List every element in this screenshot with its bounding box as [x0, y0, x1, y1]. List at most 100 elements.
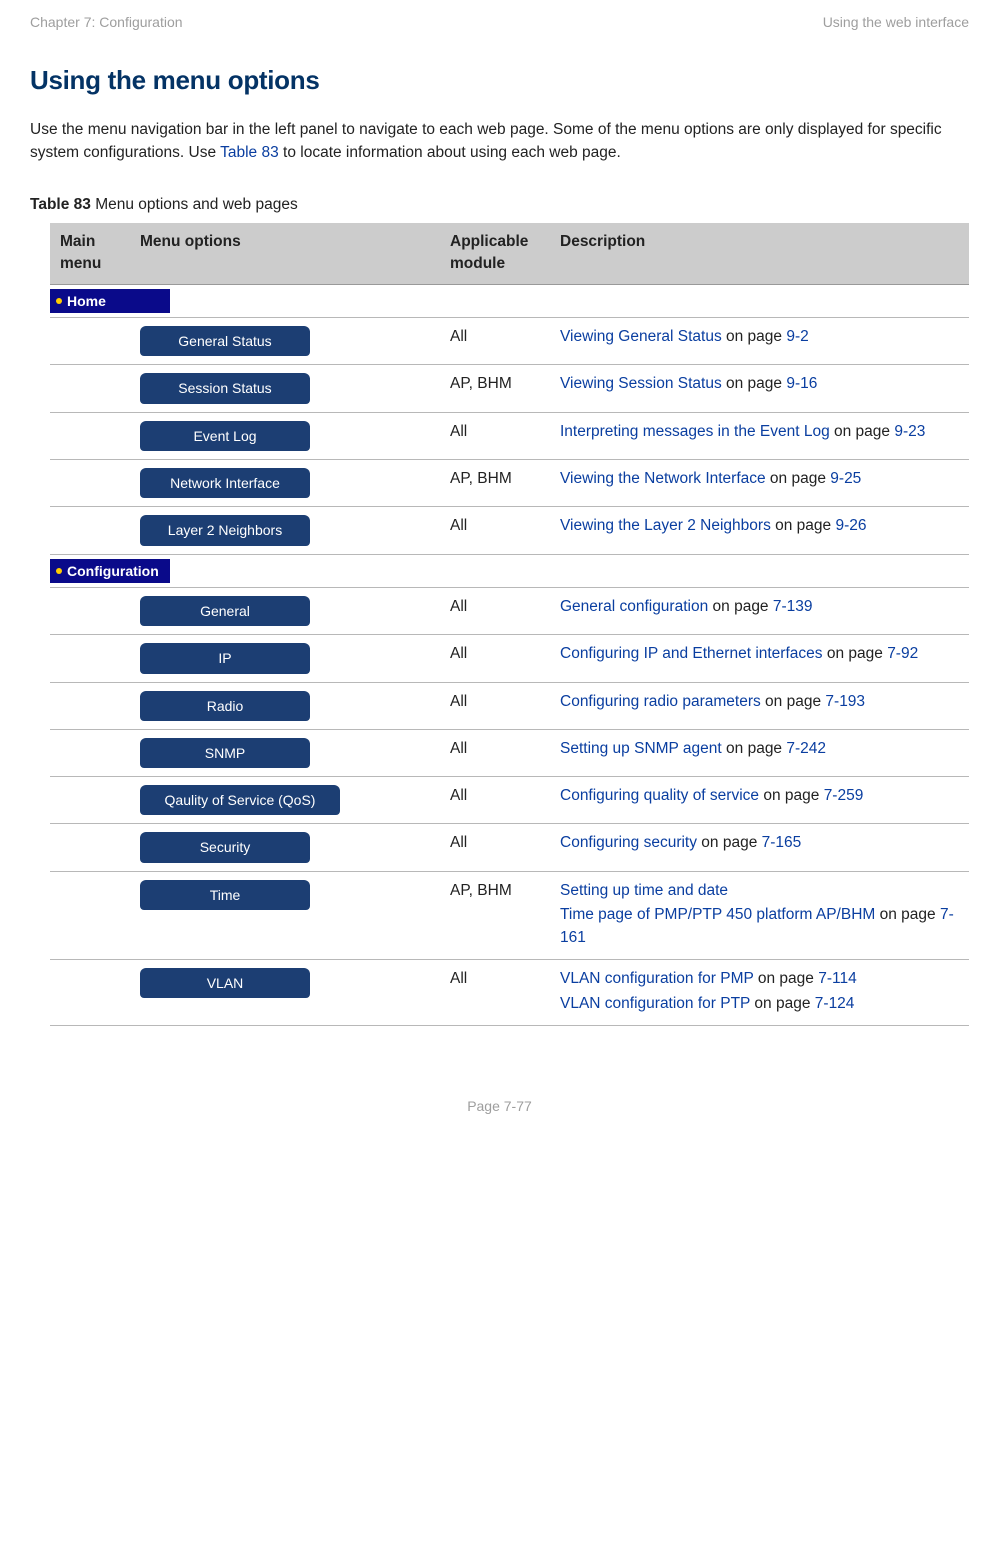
home-menu[interactable]: Home	[50, 289, 170, 313]
desc-page[interactable]: 7-114	[818, 970, 857, 987]
cell-module: All	[440, 777, 550, 824]
desc-link[interactable]: VLAN configuration for PTP	[560, 995, 750, 1012]
desc-link[interactable]: Viewing General Status	[560, 328, 722, 345]
cell-module: All	[440, 412, 550, 459]
intro-text-2: to locate information about using each w…	[279, 144, 621, 161]
cell-menu-option: Security	[130, 824, 440, 871]
desc-link[interactable]: Setting up SNMP agent	[560, 740, 722, 757]
desc-page[interactable]: 9-26	[835, 517, 866, 534]
cell-description: General configuration on page 7-139	[550, 587, 969, 634]
table-row: General AllGeneral configuration on page …	[50, 587, 969, 634]
menu-pill[interactable]: Event Log	[140, 421, 310, 451]
desc-link[interactable]: Configuring quality of service	[560, 787, 759, 804]
table-caption-num: Table 83	[30, 196, 91, 213]
desc-mid: on page	[766, 470, 831, 487]
desc-page[interactable]: 7-193	[825, 693, 865, 710]
desc-mid: on page	[754, 970, 819, 987]
bullet-icon	[56, 568, 62, 574]
menu-pill[interactable]: Network Interface	[140, 468, 310, 498]
cell-menu-option: IP	[130, 635, 440, 682]
header-left: Chapter 7: Configuration	[30, 12, 183, 32]
desc-link[interactable]: Time page of PMP/PTP 450 platform AP/BHM	[560, 906, 875, 923]
table-row: Security AllConfiguring security on page …	[50, 824, 969, 871]
menu-pill[interactable]: Security	[140, 832, 310, 862]
desc-link[interactable]: Configuring radio parameters	[560, 693, 761, 710]
config-label: Configuration	[67, 561, 159, 581]
cell-menu-option: Session Status	[130, 365, 440, 412]
cell-description: Configuring security on page 7-165	[550, 824, 969, 871]
desc-mid: on page	[759, 787, 824, 804]
cell-description: Viewing Session Status on page 9-16	[550, 365, 969, 412]
cell-module: All	[440, 318, 550, 365]
menu-pill[interactable]: General Status	[140, 326, 310, 356]
desc-page[interactable]: 7-259	[824, 787, 864, 804]
cell-description: Configuring IP and Ethernet interfaces o…	[550, 635, 969, 682]
cell-menu-option: Network Interface	[130, 460, 440, 507]
cell-menu-option: Layer 2 Neighbors	[130, 507, 440, 554]
desc-page[interactable]: 9-16	[786, 375, 817, 392]
intro-paragraph: Use the menu navigation bar in the left …	[30, 118, 969, 165]
intro-table-link[interactable]: Table 83	[220, 144, 279, 161]
desc-link[interactable]: Configuring IP and Ethernet interfaces	[560, 645, 823, 662]
desc-page[interactable]: 9-25	[830, 470, 861, 487]
cell-menu-option: VLAN	[130, 960, 440, 1026]
menu-pill[interactable]: IP	[140, 643, 310, 673]
cell-module: All	[440, 824, 550, 871]
cell-description: VLAN configuration for PMP on page 7-114…	[550, 960, 969, 1026]
th-menu-options: Menu options	[130, 223, 440, 284]
cell-description: Interpreting messages in the Event Log o…	[550, 412, 969, 459]
menu-options-table: Main menu Menu options Applicable module…	[50, 223, 969, 1026]
home-label: Home	[67, 291, 106, 311]
desc-page[interactable]: 7-165	[762, 834, 802, 851]
desc-page[interactable]: 7-242	[786, 740, 826, 757]
table-row-home-header: Home	[50, 284, 969, 317]
desc-page[interactable]: 7-92	[887, 645, 918, 662]
page-footer: Page 7-77	[30, 1096, 969, 1116]
cell-menu-option: Radio	[130, 682, 440, 729]
desc-link[interactable]: Setting up time and date	[560, 882, 728, 899]
cell-menu-option: General Status	[130, 318, 440, 365]
menu-pill[interactable]: Time	[140, 880, 310, 910]
cell-description: Configuring quality of service on page 7…	[550, 777, 969, 824]
desc-mid: on page	[722, 740, 787, 757]
desc-link[interactable]: Viewing Session Status	[560, 375, 722, 392]
cell-description: Configuring radio parameters on page 7-1…	[550, 682, 969, 729]
table-row: Layer 2 NeighborsAllViewing the Layer 2 …	[50, 507, 969, 554]
desc-link[interactable]: General configuration	[560, 598, 708, 615]
table-row: Time AP, BHM Setting up time and date Time …	[50, 871, 969, 959]
desc-page[interactable]: 7-139	[773, 598, 813, 615]
cell-module: AP, BHM	[440, 871, 550, 959]
desc-mid: on page	[875, 906, 940, 923]
menu-pill[interactable]: Radio	[140, 691, 310, 721]
table-body: Home General Status All Viewing General Sta…	[50, 284, 969, 1025]
cell-module: All	[440, 587, 550, 634]
desc-page[interactable]: 7-124	[815, 995, 855, 1012]
desc-link[interactable]: Viewing the Layer 2 Neighbors	[560, 517, 771, 534]
cell-menu-option: Qaulity of Service (QoS)	[130, 777, 440, 824]
table-row: VLANAllVLAN configuration for PMP on pag…	[50, 960, 969, 1026]
menu-pill[interactable]: Session Status	[140, 373, 310, 403]
desc-link[interactable]: Interpreting messages in the Event Log	[560, 423, 830, 440]
menu-pill[interactable]: Layer 2 Neighbors	[140, 515, 310, 545]
menu-pill[interactable]: General	[140, 596, 310, 626]
desc-link[interactable]: Configuring security	[560, 834, 697, 851]
menu-pill[interactable]: Qaulity of Service (QoS)	[140, 785, 340, 815]
cell-menu-option: Event Log	[130, 412, 440, 459]
configuration-menu[interactable]: Configuration	[50, 559, 170, 583]
menu-pill[interactable]: VLAN	[140, 968, 310, 998]
th-applicable-module: Applicable module	[440, 223, 550, 284]
table-row: IPAllConfiguring IP and Ethernet interfa…	[50, 635, 969, 682]
desc-link[interactable]: Viewing the Network Interface	[560, 470, 766, 487]
cell-menu-option: Time	[130, 871, 440, 959]
menu-pill[interactable]: SNMP	[140, 738, 310, 768]
table-row: Qaulity of Service (QoS)AllConfiguring q…	[50, 777, 969, 824]
desc-page[interactable]: 9-2	[786, 328, 808, 345]
cell-module: AP, BHM	[440, 460, 550, 507]
desc-page[interactable]: 9-23	[894, 423, 925, 440]
page-header: Chapter 7: Configuration Using the web i…	[30, 0, 969, 62]
desc-mid: on page	[823, 645, 888, 662]
table-caption-rest: Menu options and web pages	[91, 196, 298, 213]
desc-mid: on page	[708, 598, 773, 615]
desc-link[interactable]: VLAN configuration for PMP	[560, 970, 754, 987]
cell-menu-option: General	[130, 587, 440, 634]
